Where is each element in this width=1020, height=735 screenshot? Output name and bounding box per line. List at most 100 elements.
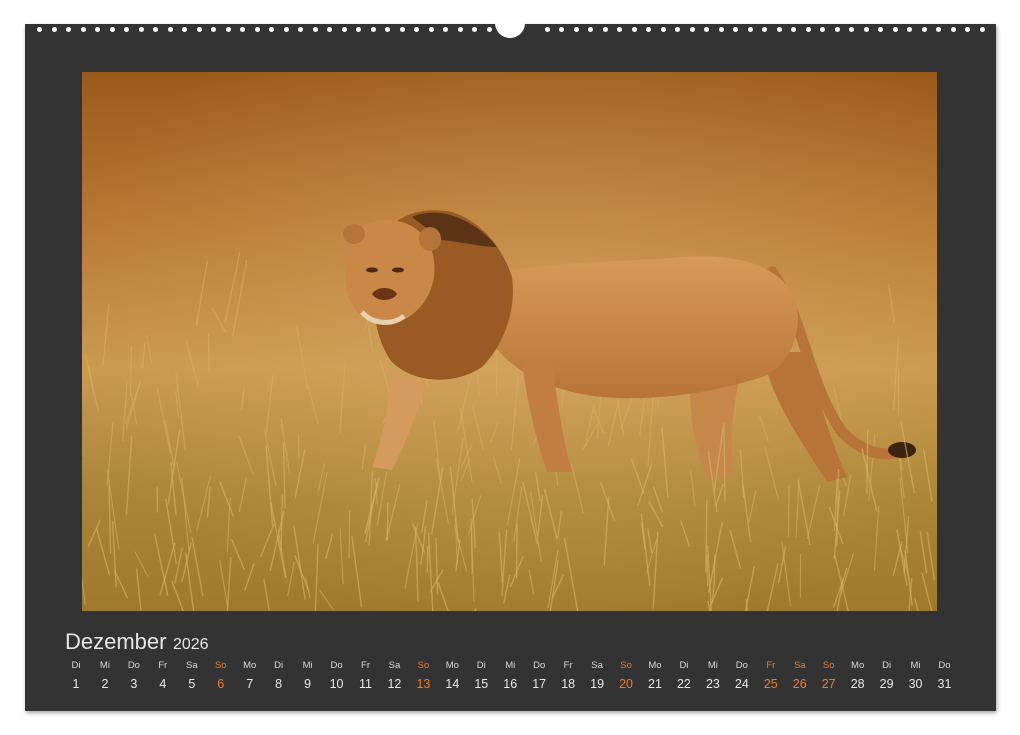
- day-cell: Fr 11: [352, 660, 380, 693]
- day-number: 14: [445, 677, 460, 691]
- weekday-label: Fr: [361, 660, 370, 671]
- day-cell: So 13: [409, 660, 437, 693]
- binding-hole: [704, 27, 709, 32]
- day-cell: Sa 26: [786, 660, 814, 693]
- binding-hole: [791, 27, 796, 32]
- binding-hole: [921, 27, 927, 32]
- day-number: 7: [246, 677, 254, 691]
- day-cell: Fr 4: [149, 660, 177, 693]
- day-number: 18: [561, 677, 576, 691]
- lion-photo: [82, 72, 937, 611]
- weekday-label: Fr: [563, 660, 573, 671]
- day-number: 9: [304, 677, 312, 691]
- day-number: 12: [387, 677, 402, 691]
- day-number: 19: [590, 677, 605, 691]
- day-number: 25: [763, 677, 778, 691]
- binding-hole: [51, 27, 57, 32]
- binding-hole: [196, 27, 202, 32]
- weekday-label: Mo: [648, 660, 662, 671]
- day-cell: Mo 14: [438, 660, 466, 693]
- weekday-label: Sa: [388, 660, 401, 671]
- binding-hole: [153, 27, 158, 32]
- binding-hole: [950, 27, 956, 32]
- month-year: 2026: [172, 636, 209, 653]
- day-cell: Di 1: [62, 660, 90, 693]
- weekday-label: Fr: [158, 660, 168, 671]
- weekday-label: Mi: [910, 660, 921, 671]
- weekday-label: Fr: [766, 660, 776, 671]
- day-cell: Mi 30: [902, 660, 930, 693]
- day-cell: Mi 23: [699, 660, 727, 693]
- day-cell: Do 24: [728, 660, 756, 693]
- binding-hole: [211, 27, 216, 32]
- binding-hole: [167, 27, 173, 32]
- binding-hole: [370, 27, 376, 32]
- day-cell: Mo 21: [641, 660, 669, 693]
- binding-hole: [849, 27, 854, 32]
- day-row: Di 1 Mi 2 Do 3 Fr 4 Sa 5 So 6 Mo 7 Di 8 Mi 9 Do 10 Fr 11 Sa 12 S…: [25, 660, 996, 700]
- day-number: 21: [648, 677, 662, 691]
- binding-hole: [979, 27, 985, 32]
- binding-hole: [182, 27, 187, 32]
- day-cell: Mi 9: [294, 660, 322, 693]
- binding-hole: [457, 27, 463, 32]
- weekday-label: Di: [679, 660, 689, 671]
- day-cell: Di 15: [467, 660, 495, 693]
- binding-hole: [762, 27, 767, 32]
- weekday-label: Do: [938, 660, 951, 671]
- day-cell: Mi 16: [496, 660, 524, 693]
- binding-hole: [414, 27, 419, 32]
- day-number: 15: [474, 677, 489, 691]
- binding-hole: [820, 27, 825, 32]
- day-number: 28: [850, 677, 865, 691]
- binding-hole: [298, 27, 303, 32]
- binding-hole: [37, 27, 42, 32]
- binding-hole: [428, 27, 434, 32]
- weekday-label: So: [214, 660, 227, 671]
- day-number: 30: [908, 677, 923, 691]
- binding-hole: [646, 27, 651, 32]
- binding-hole: [689, 27, 695, 32]
- weekday-label: Di: [476, 660, 486, 671]
- weekday-label: Mo: [243, 660, 257, 671]
- weekday-label: Sa: [793, 660, 806, 671]
- binding-hole: [747, 27, 753, 32]
- day-number: 5: [188, 677, 196, 691]
- calendar-photo: [82, 72, 937, 611]
- binding-hole: [240, 27, 245, 32]
- day-number: 24: [734, 677, 749, 691]
- day-cell: Fr 25: [757, 660, 785, 693]
- binding-hole: [341, 27, 347, 32]
- weekday-label: Do: [533, 660, 546, 671]
- month-title: Dezember 2026: [65, 629, 209, 655]
- weekday-label: So: [822, 660, 835, 671]
- binding-hole: [138, 27, 144, 32]
- binding-hole: [733, 27, 738, 32]
- binding-hole: [834, 27, 840, 32]
- day-number: 27: [821, 677, 836, 691]
- binding-hole: [327, 27, 332, 32]
- day-cell: So 20: [612, 660, 640, 693]
- day-number: 16: [503, 677, 518, 691]
- day-number: 29: [879, 677, 894, 691]
- day-number: 3: [130, 677, 138, 691]
- day-cell: Di 8: [265, 660, 293, 693]
- weekday-label: Mo: [445, 660, 459, 671]
- day-cell: So 6: [207, 660, 235, 693]
- day-number: 10: [329, 677, 344, 691]
- binding-hole: [385, 27, 390, 32]
- binding-hole: [254, 27, 260, 32]
- day-number: 23: [705, 677, 720, 691]
- day-cell: Mo 28: [844, 660, 872, 693]
- binding-hole: [718, 27, 724, 32]
- month-name: Dezember: [65, 629, 167, 654]
- weekday-label: Mo: [851, 660, 865, 671]
- day-number: 11: [359, 677, 372, 691]
- day-cell: Di 22: [670, 660, 698, 693]
- day-number: 20: [619, 677, 633, 691]
- binding-hole: [559, 27, 564, 32]
- day-number: 1: [72, 677, 80, 691]
- binding-hole: [486, 27, 492, 32]
- binding-hole: [356, 27, 361, 32]
- binding-hole: [892, 27, 898, 32]
